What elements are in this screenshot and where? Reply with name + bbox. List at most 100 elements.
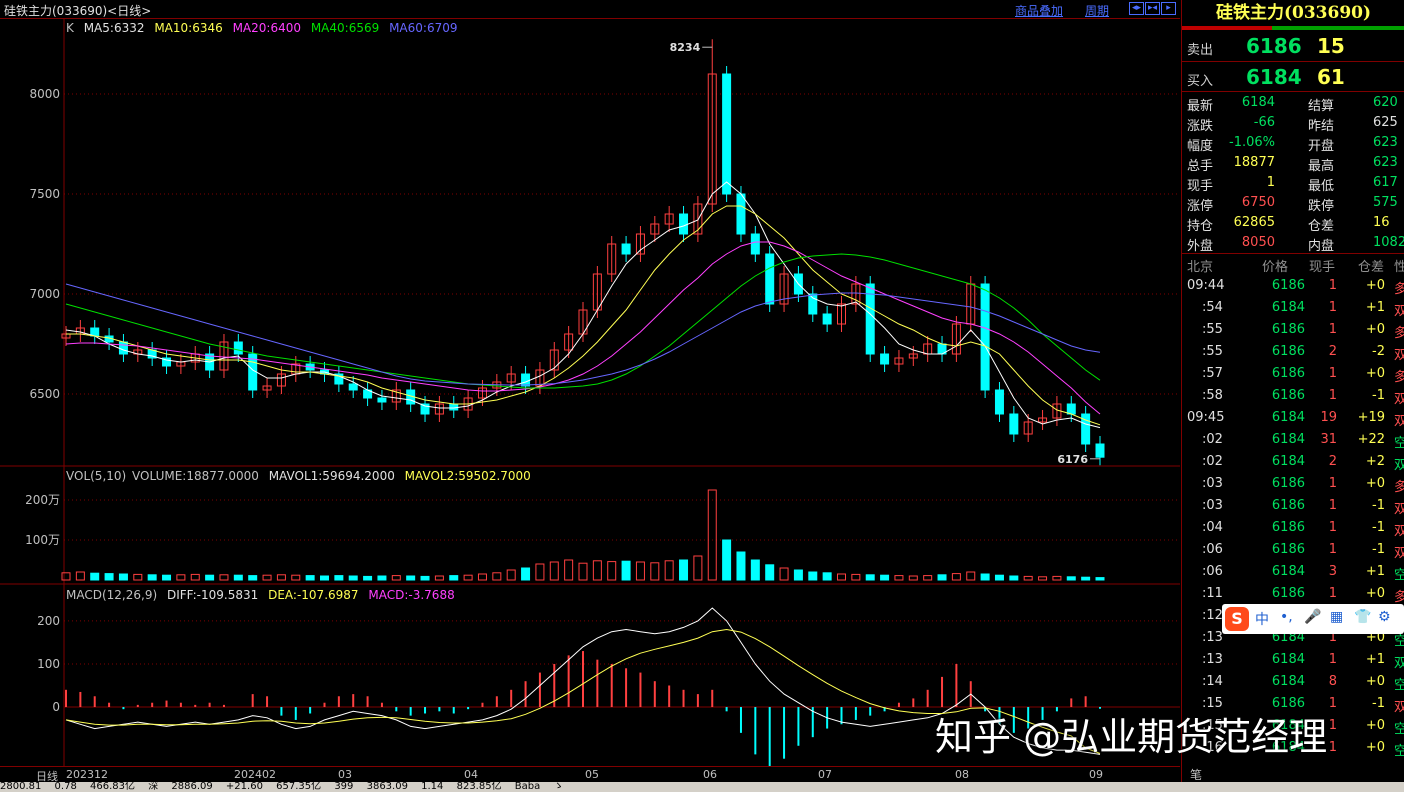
tools-icon[interactable]: ⚙ — [1378, 609, 1391, 625]
tick-row[interactable]: 09:45 6184 19 +19 双 — [1182, 407, 1404, 429]
chart-canvas[interactable]: 8000 7500 7000 6500 8234 6176 200万 100万 200 100 0 — [0, 18, 1180, 768]
ma5-legend: MA5:6332 — [83, 21, 145, 35]
ma10-legend: MA10:6346 — [154, 21, 223, 35]
tick-time: :58 — [1202, 388, 1223, 403]
tick-type: 多 — [1394, 322, 1404, 341]
period-link[interactable]: 周期 — [1085, 2, 1109, 19]
stat-label: 最低 — [1308, 179, 1335, 194]
tick-type: 双 — [1394, 410, 1404, 429]
volume-bar — [793, 569, 803, 581]
x-tick-label: 04 — [464, 768, 478, 781]
volume-bar — [1081, 576, 1091, 581]
candle-body — [808, 293, 818, 315]
zoom-out-button[interactable]: ▸◂ — [1145, 2, 1160, 15]
keyboard-icon[interactable]: ▦ — [1330, 609, 1343, 625]
volume-bar — [1052, 575, 1062, 581]
dea-legend: DEA:-107.6987 — [268, 588, 359, 602]
volume-bar — [248, 575, 258, 581]
volume-bar — [908, 575, 918, 581]
tick-oi-change: -2 — [1372, 344, 1385, 359]
tick-row[interactable]: :02 6184 2 +2 双 — [1182, 451, 1404, 473]
tick-row[interactable]: :06 6186 1 -1 双 — [1182, 539, 1404, 561]
candle-body — [765, 253, 775, 305]
tick-volume: 1 — [1328, 498, 1337, 513]
ma60-legend: MA60:6709 — [389, 21, 458, 35]
tick-row[interactable]: :02 6184 31 +22 空 — [1182, 429, 1404, 451]
volume-bar — [334, 575, 344, 581]
scroll-right-button[interactable]: ▸ — [1161, 2, 1176, 15]
tick-time: 09:45 — [1187, 410, 1225, 425]
tick-row[interactable]: :58 6186 1 -1 双 — [1182, 385, 1404, 407]
tick-type: 多 — [1394, 476, 1404, 495]
macd-tick-label: 200 — [37, 614, 60, 628]
microphone-icon[interactable]: 🎤 — [1304, 609, 1321, 625]
stat-row: 涨跌 -66 昨结 625 — [1182, 113, 1404, 134]
volume-legend-label: VOL(5,10) — [66, 469, 127, 483]
ime-lang-toggle[interactable]: 中 — [1255, 609, 1269, 629]
tick-oi-change: +0 — [1365, 674, 1385, 689]
stat-value: 16 — [1373, 215, 1390, 230]
tick-row[interactable]: :03 6186 1 +0 多 — [1182, 473, 1404, 495]
volume-bar — [420, 575, 430, 581]
time-axis: 日线 202312 202402 03 04 05 06 07 08 09 — [0, 766, 1180, 783]
volume-bar — [320, 575, 329, 581]
mavol1-legend: MAVOL1:59694.2000 — [268, 469, 395, 483]
stat-value: 1 — [1266, 175, 1275, 190]
tick-row[interactable]: :14 6184 8 +0 空 — [1182, 671, 1404, 693]
stat-label: 外盘 — [1187, 239, 1214, 254]
volume-bar — [75, 571, 85, 581]
chart-area[interactable]: 8000 7500 7000 6500 8234 6176 200万 100万 200 100 0 … — [0, 18, 1180, 768]
x-tick-label: 202312 — [66, 768, 108, 781]
volume-bar — [994, 574, 1004, 581]
stat-value: 18877 — [1233, 155, 1275, 170]
stat-value: -66 — [1253, 115, 1275, 130]
tick-row[interactable]: :13 6184 1 +1 双 — [1182, 649, 1404, 671]
tick-row[interactable]: 09:44 6186 1 +0 多 — [1182, 275, 1404, 297]
volume-bar — [147, 574, 157, 581]
punctuation-icon[interactable]: •, — [1280, 609, 1293, 625]
volume-bar — [980, 573, 990, 581]
tick-row[interactable]: :11 6186 1 +0 多 — [1182, 583, 1404, 605]
watermark: 知乎 @弘业期货范经理 — [935, 715, 1328, 759]
tick-price: 6184 — [1271, 674, 1305, 689]
tick-time: :13 — [1202, 630, 1223, 645]
status-item: 2800.81 — [0, 782, 42, 792]
tick-price: 6186 — [1271, 542, 1305, 557]
macd-value-legend: MACD:-3.7688 — [368, 588, 455, 602]
tick-volume: 2 — [1328, 454, 1337, 469]
status-item: 2886.09 — [171, 782, 213, 792]
panel-title: 硅铁主力(033690) — [1215, 3, 1372, 23]
tick-row[interactable]: :06 6184 3 +1 空 — [1182, 561, 1404, 583]
tick-row[interactable]: :57 6186 1 +0 多 — [1182, 363, 1404, 385]
candle-body — [118, 341, 128, 355]
tick-row[interactable]: :55 6186 1 +0 多 — [1182, 319, 1404, 341]
ime-toolbar[interactable]: S 中 •, 🎤 ▦ 👕 ⚙ — [1222, 604, 1404, 634]
tick-tab[interactable]: 笔 — [1190, 766, 1202, 783]
candle-body — [750, 233, 760, 255]
stat-row: 外盘 8050 内盘 1082 — [1182, 233, 1404, 254]
tick-oi-change: +0 — [1365, 322, 1385, 337]
stat-value: 575 — [1373, 195, 1398, 210]
tick-type: 多 — [1394, 586, 1404, 605]
skin-icon[interactable]: 👕 — [1354, 609, 1371, 625]
volume-bar — [205, 574, 215, 581]
tick-price: 6186 — [1271, 322, 1305, 337]
tick-row[interactable]: :54 6184 1 +1 双 — [1182, 297, 1404, 319]
tick-header-volume: 现手 — [1309, 260, 1336, 275]
volume-bar — [233, 574, 243, 581]
overlay-commodity-link[interactable]: 商品叠加 — [1015, 2, 1063, 19]
tick-type: 空 — [1394, 674, 1404, 693]
sogou-logo-icon[interactable]: S — [1225, 607, 1249, 631]
x-tick-label: 03 — [338, 768, 352, 781]
tick-row[interactable]: :03 6186 1 -1 双 — [1182, 495, 1404, 517]
volume-bar — [951, 573, 961, 581]
status-item: 深 — [148, 782, 159, 792]
tick-row[interactable]: :04 6186 1 -1 双 — [1182, 517, 1404, 539]
volume-bar — [305, 575, 315, 581]
tick-time: :06 — [1202, 542, 1223, 557]
volume-bar — [133, 573, 143, 581]
tick-time: :03 — [1202, 476, 1223, 491]
stat-row: 总手 18877 最高 623 — [1182, 153, 1404, 174]
tick-row[interactable]: :55 6186 2 -2 双 — [1182, 341, 1404, 363]
zoom-in-button[interactable]: ◂▸ — [1129, 2, 1144, 15]
